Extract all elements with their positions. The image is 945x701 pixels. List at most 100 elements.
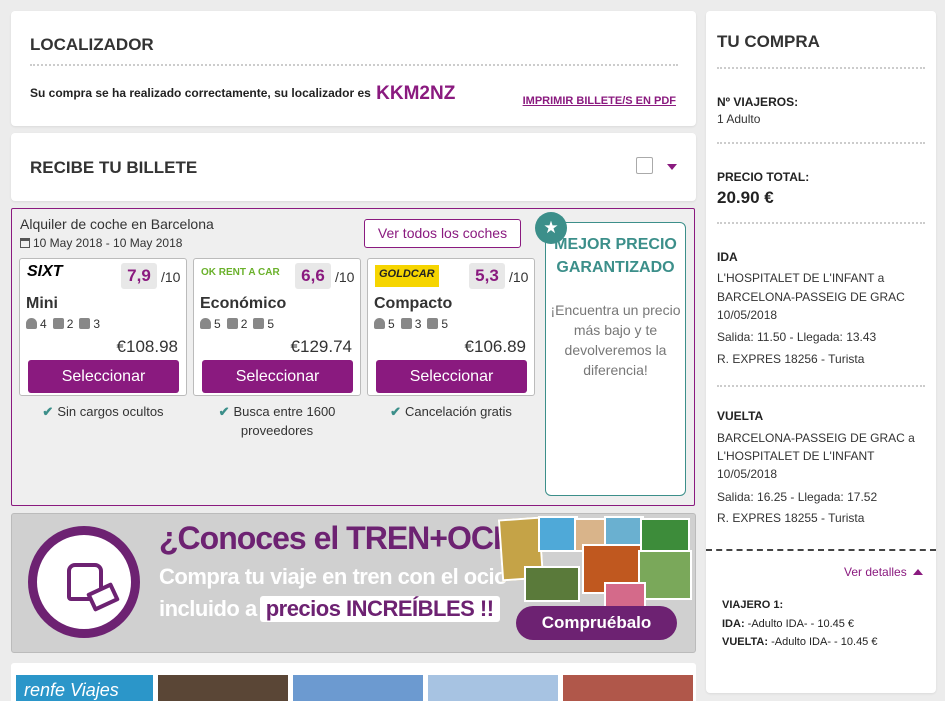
- car-category: Compacto: [374, 295, 453, 312]
- seats-count: 4: [40, 317, 47, 331]
- banner-subheading-2: incluido a precios INCREÍBLES !!: [159, 596, 500, 622]
- seats-count: 5: [388, 317, 395, 331]
- vuelta-price-value: -Adulto IDA- - 10.45 €: [768, 636, 878, 648]
- rating-score: 6,6: [295, 263, 331, 289]
- renfe-viajes-logo: renfe Viajes: [16, 675, 153, 701]
- localizador-message: Su compra se ha realizado correctamente,…: [30, 83, 455, 105]
- destination-photo: [563, 675, 693, 701]
- print-pdf-link[interactable]: IMPRIMIR BILLETE/S EN PDF: [523, 95, 676, 107]
- bags-icon: [400, 318, 412, 329]
- recibe-checkbox[interactable]: [636, 157, 653, 174]
- feature-item: ✔ Busca entre 1600 proveedores: [192, 402, 362, 440]
- bags-count: 2: [240, 317, 248, 331]
- ida-price-key: IDA:: [722, 618, 745, 630]
- ver-detalles-text[interactable]: Ver detalles: [844, 565, 907, 579]
- car-category: Económico: [200, 295, 287, 312]
- bags-icon: [226, 318, 238, 329]
- rating-score: 7,9: [121, 263, 157, 289]
- check-icon: ✔: [390, 404, 401, 419]
- doors-icon: [253, 318, 265, 329]
- car-rental-title: Alquiler de coche en Barcelona: [20, 216, 214, 232]
- tren-ocio-banner[interactable]: ¿Conoces el TREN+OCIO? Compra tu viaje e…: [11, 513, 696, 653]
- ver-detalles-link[interactable]: Ver detalles: [844, 565, 923, 579]
- divider: [717, 142, 925, 144]
- ida-price-value: -Adulto IDA- - 10.45 €: [744, 618, 855, 630]
- leisure-photo-collage: [497, 516, 695, 612]
- localizador-code: KKM2NZ: [376, 83, 456, 104]
- feature-item: ✔ Sin cargos ocultos: [18, 402, 188, 421]
- all-cars-button[interactable]: Ver todos los coches: [364, 219, 521, 248]
- car-specs: 5 3 5: [374, 317, 448, 331]
- leisure-photo: [640, 518, 690, 554]
- chevron-down-icon[interactable]: [667, 164, 677, 170]
- total-label: PRECIO TOTAL:: [717, 170, 810, 184]
- feature-item: ✔ Cancelación gratis: [366, 402, 536, 421]
- rating-outof: /10: [509, 269, 529, 285]
- viajero-label: VIAJERO 1:: [722, 599, 784, 611]
- localizador-title: LOCALIZADOR: [30, 35, 678, 66]
- doors-count: 3: [93, 317, 101, 331]
- doors-icon: [427, 318, 439, 329]
- bags-icon: [52, 318, 64, 329]
- leisure-photo: [638, 550, 692, 600]
- car-price: €108.98: [116, 337, 178, 356]
- vuelta-destination: L'HOSPITALET DE L'INFANT: [717, 449, 875, 463]
- car-category: Mini: [26, 295, 58, 312]
- vuelta-price-key: VUELTA:: [722, 636, 769, 648]
- goldcar-logo: GOLDCAR: [375, 265, 439, 287]
- best-price-text: ¡Encuentra un precio más bajo y te devol…: [550, 302, 681, 378]
- doors-count: 5: [267, 317, 275, 331]
- check-icon: ✔: [42, 404, 54, 419]
- divider: [706, 549, 936, 551]
- best-price-box: ★ MEJOR PRECIO GARANTIZADO ¡Encuentra un…: [535, 212, 686, 496]
- tu-compra-sidebar: TU COMPRA Nº VIAJEROS: 1 Adulto PRECIO T…: [706, 11, 936, 693]
- vuelta-label: VUELTA: [717, 409, 764, 423]
- compruebalo-button[interactable]: Compruébalo: [516, 606, 677, 640]
- ida-train: R. EXPRES 18256 - Turista: [717, 352, 865, 366]
- seats-icon: [26, 318, 37, 329]
- doors-count: 5: [441, 317, 449, 331]
- car-offer-card[interactable]: GOLDCAR 5,3 /10 Compacto 5 3 5 €106.89 Sel…: [367, 258, 535, 396]
- seats-count: 5: [214, 317, 221, 331]
- total-value: 20.90 €: [717, 188, 774, 207]
- divider: [717, 385, 925, 387]
- car-specs: 4 2 3: [26, 317, 100, 331]
- recibe-billete-card[interactable]: RECIBE TU BILLETE: [11, 133, 696, 201]
- vuelta-origin: BARCELONA-PASSEIG DE GRAC a: [717, 431, 915, 445]
- divider: [717, 222, 925, 224]
- car-rental-dates: 10 May 2018 - 10 May 2018: [20, 236, 182, 250]
- car-offer-card[interactable]: SIXT 7,9 /10 Mini 4 2 3 €108.98 Selecciona…: [19, 258, 187, 396]
- select-car-button[interactable]: Seleccionar: [202, 360, 353, 393]
- bags-count: 2: [66, 317, 74, 331]
- destination-photo: [158, 675, 288, 701]
- feature-text: Busca entre 1600 proveedores: [233, 404, 336, 438]
- vuelta-times: Salida: 16.25 - Llegada: 17.52: [717, 490, 878, 504]
- vuelta-price-line: VUELTA: -Adulto IDA- - 10.45 €: [722, 636, 877, 648]
- car-rental-dates-text: 10 May 2018 - 10 May 2018: [33, 236, 183, 250]
- vuelta-train: R. EXPRES 18255 - Turista: [717, 511, 865, 525]
- ida-label: IDA: [717, 250, 738, 264]
- renfe-viajes-strip: renfe Viajes: [11, 663, 696, 701]
- ida-date: 10/05/2018: [717, 308, 778, 322]
- banner-line3-text: incluido a: [159, 596, 257, 621]
- leisure-photo: [538, 516, 578, 552]
- localizador-message-text: Su compra se ha realizado correctamente,…: [30, 86, 371, 100]
- car-offer-card[interactable]: OK RENT A CAR 6,6 /10 Económico 5 2 5 €129…: [193, 258, 361, 396]
- destination-photo: [428, 675, 558, 701]
- sidebar-title: TU COMPRA: [717, 32, 820, 51]
- vuelta-date: 10/05/2018: [717, 467, 778, 481]
- train-ticket-icon: [28, 526, 140, 638]
- select-car-button[interactable]: Seleccionar: [28, 360, 179, 393]
- rating-outof: /10: [335, 269, 355, 285]
- select-car-button[interactable]: Seleccionar: [376, 360, 527, 393]
- chevron-up-icon: [912, 569, 923, 575]
- doors-icon: [79, 318, 91, 329]
- feature-text: Sin cargos ocultos: [57, 404, 164, 419]
- banner-subheading: Compra tu viaje en tren con el ocio: [159, 564, 508, 589]
- car-specs: 5 2 5: [200, 317, 274, 331]
- recibe-title: RECIBE TU BILLETE: [30, 158, 198, 177]
- sixt-logo: SIXT: [27, 263, 63, 280]
- calendar-icon: [20, 238, 30, 248]
- divider: [717, 67, 925, 69]
- check-icon: ✔: [218, 404, 230, 419]
